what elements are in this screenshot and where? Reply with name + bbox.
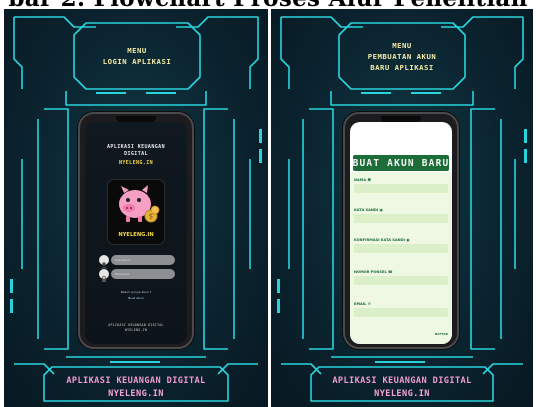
figure-heading: bar 2. Flowchart Proses Alur Penelitian [0, 0, 536, 9]
menu-title: MENU [392, 40, 412, 50]
phone-mockup-signup: BUAT AKUN BARU NAMA ☻ KATA SANDI ▣ KONFI… [343, 112, 459, 349]
panel-footer: APLIKASI KEUANGAN DIGITAL NYELENG.IN [332, 376, 472, 399]
menu-title: MENU [127, 46, 147, 55]
password-input[interactable] [354, 214, 448, 223]
signup-menu-panel: MENU PEMBUATAN AKUN BARU APLIKASI BUAT A… [271, 9, 533, 407]
username-row: Username [99, 255, 175, 269]
screen-footer: APLIKASI KEUANGAN DIGITAL NYELENG.IN [108, 323, 164, 332]
signup-question: Belum punya akun ? [120, 290, 152, 294]
password-row: Password [99, 269, 175, 282]
menu-subtitle: LOGIN APLIKASI [102, 57, 172, 66]
password-input[interactable]: Password [111, 269, 175, 279]
lock-icon: ▣ [406, 238, 410, 242]
name-label: NAMA ☻ [354, 178, 372, 182]
login-screen: APLIKASI KEUANGAN DIGITAL NYELENG.IN $ N… [85, 122, 187, 344]
menu-label-box: MENU PEMBUATAN AKUN BARU APLIKASI [351, 30, 453, 82]
password-label: KATA SANDI ▣ [354, 208, 383, 212]
confirm-password-input[interactable] [354, 244, 448, 253]
login-menu-panel: MENU LOGIN APLIKASI APLIKASI KEUANGAN DI… [4, 9, 268, 407]
phone-number-label: NOMOR PONSEL ☎ [354, 270, 393, 274]
menu-subtitle-line2: BARU APLIKASI [370, 62, 434, 72]
panel-footer: APLIKASI KEUANGAN DIGITAL NYELENG.IN [66, 376, 206, 399]
create-account-banner: BUAT AKUN BARU [353, 155, 449, 171]
lock-icon: ▣ [379, 208, 383, 212]
app-logo-card: $ NYELENG.IN [107, 179, 165, 245]
email-label: EMAIL ✉ [354, 302, 371, 306]
phone-icon: ☎ [388, 270, 393, 274]
signup-form: NAMA ☻ KATA SANDI ▣ KONFIRMASI KATA SAND… [350, 172, 452, 344]
app-brand: NYELENG.IN [118, 160, 154, 166]
email-input[interactable] [354, 308, 448, 317]
name-input[interactable] [354, 184, 448, 193]
app-title: APLIKASI KEUANGAN DIGITAL [107, 144, 165, 157]
phone-number-input[interactable] [354, 276, 448, 285]
user-icon: ☻ [367, 178, 372, 182]
signup-screen: BUAT AKUN BARU NAMA ☻ KATA SANDI ▣ KONFI… [350, 122, 452, 344]
user-icon [99, 255, 109, 269]
confirm-password-label: KONFIRMASI KATA SANDI ▣ [354, 238, 410, 242]
svg-text:$: $ [149, 213, 153, 221]
phone-mockup-login: APLIKASI KEUANGAN DIGITAL NYELENG.IN $ N… [78, 112, 194, 349]
username-input[interactable]: Username [111, 255, 175, 265]
menu-label-box: MENU LOGIN APLIKASI [86, 30, 188, 82]
signup-link[interactable]: Buat Akun [85, 296, 187, 300]
lock-icon [99, 269, 109, 282]
piggy-bank-logo-icon: $ [119, 185, 160, 223]
menu-subtitle-line1: PEMBUATAN AKUN [367, 51, 437, 61]
logo-brand-text: NYELENG.IN [118, 232, 154, 238]
mail-icon: ✉ [367, 302, 371, 306]
register-button[interactable]: DAFTAR [435, 332, 448, 336]
